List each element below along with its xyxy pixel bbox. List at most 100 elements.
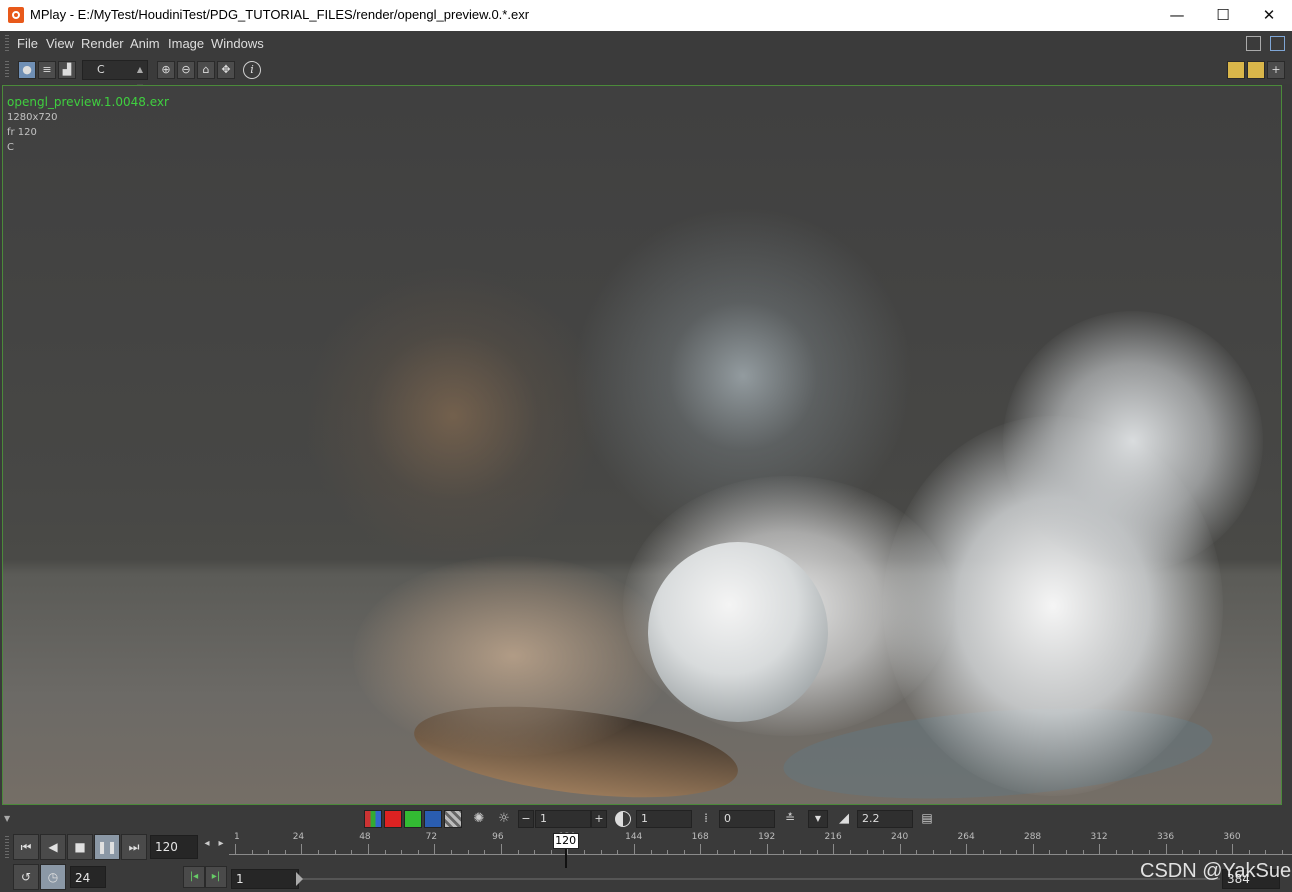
step-forward-icon[interactable]: ▸: [214, 838, 228, 856]
timeline-tick: [351, 850, 353, 855]
black-point-field[interactable]: 0: [719, 810, 775, 828]
menu-render[interactable]: Render: [81, 36, 124, 51]
timeline-tick: [367, 844, 369, 855]
timeline-tick: [849, 850, 851, 855]
contrast-icon[interactable]: [615, 811, 631, 827]
channel-select[interactable]: C ▲▼: [82, 60, 148, 92]
timeline-tick: [1149, 850, 1151, 855]
maximize-button[interactable]: ☐: [1200, 0, 1246, 31]
frame-marker-label[interactable]: 120: [552, 833, 579, 849]
timeline-tick: [933, 850, 935, 855]
timeline-tick: [384, 850, 386, 855]
timeline-tick: [1198, 850, 1200, 855]
more-options-icon[interactable]: ▤: [918, 811, 936, 829]
timeline-tick: [899, 844, 901, 855]
home-icon[interactable]: ⌂: [197, 61, 215, 79]
timeline-tick: [451, 850, 453, 855]
lut-dropdown-button[interactable]: ▼: [808, 810, 828, 828]
loop-mode-icon[interactable]: ↺: [13, 864, 39, 890]
timeline-tick: [833, 844, 835, 855]
toolbar-grip-handle[interactable]: [5, 61, 9, 79]
rgb-channel-button[interactable]: [364, 810, 382, 828]
timeline-tick: [550, 850, 552, 855]
layout-single-icon[interactable]: [1227, 61, 1245, 79]
timeline-tick: [318, 850, 320, 855]
alpha-channel-button[interactable]: [444, 810, 462, 828]
timeline-tick: [434, 844, 436, 855]
fit-view-icon[interactable]: ✥: [217, 61, 235, 79]
timeline-tick: [700, 844, 702, 855]
gamma-field[interactable]: 2.2: [857, 810, 913, 828]
timeline-tick: [816, 850, 818, 855]
display-mode-icon[interactable]: ●: [18, 61, 36, 79]
histogram-icon[interactable]: ▟: [58, 61, 76, 79]
info-icon[interactable]: i: [243, 61, 261, 79]
timeline-tick: [982, 850, 984, 855]
zoom-in-icon[interactable]: ⊕: [157, 61, 175, 79]
layout-grid-icon[interactable]: [1247, 61, 1265, 79]
step-back-icon[interactable]: ◂: [200, 838, 214, 856]
pane-link-icon[interactable]: [1270, 36, 1285, 51]
fps-field[interactable]: 24: [70, 866, 106, 888]
timeline-tick: [766, 844, 768, 855]
frame-marker-line[interactable]: [564, 846, 567, 868]
exposure-decrease-button[interactable]: −: [518, 810, 534, 828]
timeline-tick: [683, 850, 685, 855]
timeline-label: 192: [758, 832, 776, 842]
timeline-label: 144: [625, 832, 643, 842]
image-list-icon[interactable]: ≡: [38, 61, 56, 79]
timeline-label: 312: [1090, 832, 1108, 842]
start-frame-field[interactable]: 1: [231, 869, 299, 889]
black-point-icon[interactable]: ⁞: [697, 811, 715, 829]
timeline-tick: [916, 850, 918, 855]
jump-to-start-button[interactable]: ⏮: [13, 834, 39, 860]
stop-button[interactable]: ■: [67, 834, 93, 860]
range-slider-track[interactable]: [300, 878, 1220, 880]
brightness-icon[interactable]: ☼: [495, 811, 513, 829]
float-pane-icon[interactable]: [1246, 36, 1261, 51]
collapse-arrow-icon[interactable]: ▼: [4, 814, 10, 823]
exposure-field[interactable]: 1: [535, 810, 591, 828]
timeline-tick: [1115, 850, 1117, 855]
menu-image[interactable]: Image: [168, 36, 204, 51]
color-controls-bar: ▼ ✺ ☼ − 1 + 1 ⁞ 0 ≛ ▼ ◢ 2.2 ▤: [0, 806, 1292, 832]
timeline-tick: [268, 850, 270, 855]
window-title-bar: MPlay - E:/MyTest/HoudiniTest/PDG_TUTORI…: [0, 0, 1292, 32]
green-channel-button[interactable]: [404, 810, 422, 828]
red-channel-button[interactable]: [384, 810, 402, 828]
playbar-grip-handle[interactable]: [5, 836, 9, 858]
timeline-tick: [1265, 850, 1267, 855]
timeline-label: 168: [691, 832, 709, 842]
set-end-icon[interactable]: ▸|: [205, 866, 227, 888]
minimize-button[interactable]: —: [1154, 0, 1200, 31]
timeline-tick: [750, 850, 752, 855]
jump-to-end-button[interactable]: ⏭: [121, 834, 147, 860]
timeline-label: 48: [359, 832, 371, 842]
gamma-mult-field[interactable]: 1: [636, 810, 692, 828]
timeline-ruler[interactable]: 1 24 48 72 96 120 144 168 192 216 240 264 288 312 336 3…: [229, 832, 1292, 870]
image-frame: fr 120: [7, 127, 37, 138]
blue-channel-button[interactable]: [424, 810, 442, 828]
pause-button[interactable]: ❚❚: [94, 834, 120, 860]
zoom-out-icon[interactable]: ⊖: [177, 61, 195, 79]
realtime-clock-icon[interactable]: ◷: [40, 864, 66, 890]
exposure-increase-button[interactable]: +: [591, 810, 607, 828]
white-point-icon[interactable]: ≛: [781, 811, 799, 829]
timeline-label: 336: [1156, 832, 1175, 842]
image-viewport[interactable]: opengl_preview.1.0048.exr 1280x720 fr 12…: [2, 85, 1282, 805]
image-channel: C: [7, 142, 14, 153]
play-reverse-button[interactable]: ◀: [40, 834, 66, 860]
menu-windows[interactable]: Windows: [211, 36, 264, 51]
menu-view[interactable]: View: [46, 36, 74, 51]
layout-quad-icon[interactable]: +: [1267, 61, 1285, 79]
menu-file[interactable]: File: [17, 36, 38, 51]
gamma-curve-icon[interactable]: ◢: [835, 811, 853, 829]
close-button[interactable]: ✕: [1246, 0, 1292, 31]
timeline-tick: [949, 850, 951, 855]
current-frame-field[interactable]: 120: [150, 835, 198, 859]
range-start-handle[interactable]: [296, 872, 303, 886]
menu-anim[interactable]: Anim: [130, 36, 160, 51]
set-start-icon[interactable]: |◂: [183, 866, 205, 888]
menu-grip-handle[interactable]: [5, 35, 9, 52]
sparkle-icon[interactable]: ✺: [470, 811, 488, 829]
